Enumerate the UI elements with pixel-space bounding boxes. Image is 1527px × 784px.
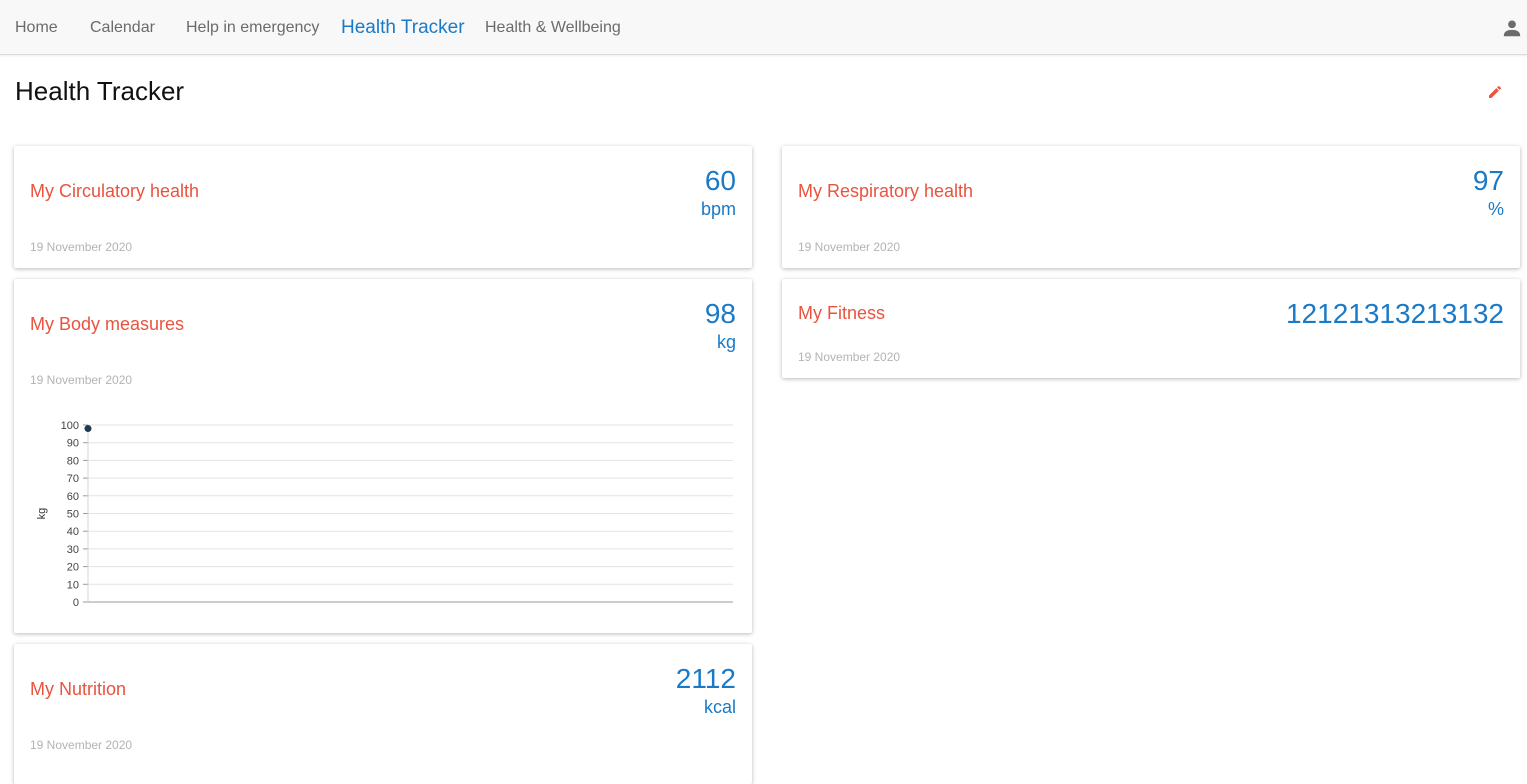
card-unit: kcal	[703, 697, 736, 717]
card-date: 19 November 2020	[798, 240, 901, 254]
fitness-card[interactable]: My Fitness 12121313213132 19 November 20…	[782, 279, 1520, 378]
y-tick-label: 0	[73, 597, 79, 609]
user-account-button[interactable]	[1501, 17, 1523, 39]
y-tick-label: 20	[67, 562, 79, 574]
weight-chart: 1009080706050403020100kg	[36, 420, 733, 609]
card-title: My Respiratory health	[798, 181, 974, 201]
y-tick-label: 80	[67, 455, 79, 467]
nav-help-in-emergency[interactable]: Help in emergency	[186, 0, 319, 55]
y-tick-label: 60	[67, 491, 79, 503]
nav-health-tracker[interactable]: Health Tracker	[341, 0, 465, 55]
y-tick-label: 100	[61, 420, 79, 432]
pencil-icon	[1489, 85, 1502, 98]
card-title: My Fitness	[798, 303, 886, 323]
card-value: 12121313213132	[1285, 298, 1504, 329]
y-tick-label: 40	[67, 526, 79, 538]
person-icon	[1503, 20, 1521, 37]
card-value: 97	[1472, 165, 1504, 196]
respiratory-health-card[interactable]: My Respiratory health 97 % 19 November 2…	[782, 146, 1520, 268]
card-value: 60	[704, 165, 736, 196]
nav-health-wellbeing[interactable]: Health & Wellbeing	[485, 0, 621, 55]
nav-calendar[interactable]: Calendar	[90, 0, 155, 55]
body-measures-card[interactable]: My Body measures 98 kg 19 November 2020 …	[14, 279, 752, 633]
card-title: My Nutrition	[30, 679, 127, 699]
y-tick-label: 10	[67, 579, 79, 591]
y-tick-label: 50	[67, 509, 79, 521]
y-tick-label: 70	[67, 473, 79, 485]
card-date: 19 November 2020	[30, 240, 133, 254]
card-unit: bpm	[700, 199, 736, 219]
card-unit: %	[1487, 199, 1504, 219]
card-value: 2112	[675, 663, 736, 694]
card-date: 19 November 2020	[798, 350, 901, 364]
y-tick-label: 90	[67, 438, 79, 450]
nutrition-card[interactable]: My Nutrition 2112 kcal 19 November 2020	[14, 644, 752, 784]
card-date: 19 November 2020	[30, 738, 133, 752]
y-tick-label: 30	[67, 544, 79, 556]
card-title: My Circulatory health	[30, 181, 200, 201]
circulatory-health-card[interactable]: My Circulatory health 60 bpm 19 November…	[14, 146, 752, 268]
page-title: Health Tracker	[15, 76, 185, 106]
edit-button[interactable]	[1487, 84, 1503, 100]
top-navbar: Home Calendar Help in emergency Health T…	[0, 0, 1527, 55]
data-point[interactable]	[84, 425, 92, 433]
y-axis-label: kg	[36, 508, 48, 520]
nav-home[interactable]: Home	[15, 0, 58, 55]
